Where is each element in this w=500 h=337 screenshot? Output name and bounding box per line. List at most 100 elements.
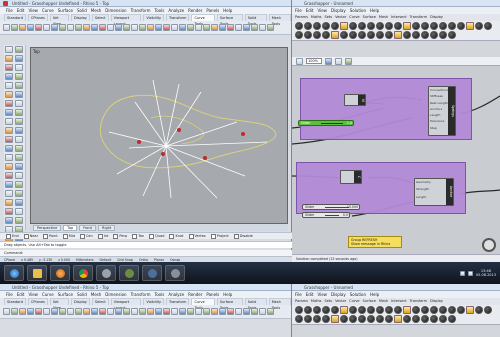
- dup-rhino-tool-icon-27[interactable]: [219, 308, 226, 315]
- rhino-side-tool-icon-36[interactable]: [5, 208, 13, 215]
- gh-component-icon-18[interactable]: [457, 22, 465, 30]
- rhino-toolbar-tab-2[interactable]: Set View: [49, 14, 69, 26]
- rhino-side-tool-icon-12[interactable]: [5, 100, 13, 107]
- gh-component-icon-32[interactable]: [385, 31, 393, 39]
- rhino-side-tool-icon-18[interactable]: [5, 127, 13, 134]
- anchor-input-0[interactable]: Geometry: [416, 180, 431, 184]
- gh-tab-9[interactable]: Display: [430, 14, 443, 21]
- dup-gh-component-icon-5[interactable]: [340, 306, 348, 314]
- dup-rhino-tool-icon-14[interactable]: [115, 308, 122, 315]
- springs-input-1[interactable]: Stiffness: [430, 94, 443, 98]
- dup-rhino-tool-icon-20[interactable]: [163, 308, 170, 315]
- canvas-navigator-icon[interactable]: [482, 238, 496, 252]
- clock[interactable]: 13:46 05.08.2013: [476, 269, 496, 277]
- rhino-side-tool-icon-6[interactable]: [5, 73, 13, 80]
- dup-rhino-tool-icon-19[interactable]: [155, 308, 162, 315]
- dup-gh-tab-5[interactable]: Surface: [363, 298, 376, 305]
- slider-1[interactable]: Slider 1.0: [298, 120, 354, 126]
- dup-rhino-menu-item-12[interactable]: Panels: [206, 291, 219, 298]
- rhino-side-tool-icon-15[interactable]: [15, 109, 23, 116]
- rhino-side-tool-icon-34[interactable]: [5, 199, 13, 206]
- dup-rhino-tool-icon-5[interactable]: [43, 308, 50, 315]
- rhino-side-tool-icon-39[interactable]: [15, 217, 23, 224]
- dup-rhino-tab-0[interactable]: Standard: [4, 298, 26, 305]
- rhino-tool-icon-11[interactable]: [91, 24, 98, 31]
- rhino-side-tool-icon-37[interactable]: [15, 208, 23, 215]
- osnap-option-10[interactable]: Vertex: [189, 233, 206, 239]
- rhino-side-tool-icon-1[interactable]: [15, 46, 23, 53]
- gh-component-icon-5[interactable]: [340, 22, 348, 30]
- preview-icon[interactable]: [345, 57, 352, 65]
- dup-gh-component-icon-37[interactable]: [430, 315, 438, 323]
- gh-component-icon-15[interactable]: [430, 22, 438, 30]
- rhino-side-tool-icon-25[interactable]: [15, 154, 23, 161]
- dup-rhino-tab-6[interactable]: Visibility: [143, 298, 165, 305]
- dup-gh-component-icon-31[interactable]: [376, 315, 384, 323]
- rhino-side-tool-icon-32[interactable]: [5, 190, 13, 197]
- springs-input-4[interactable]: Length: [430, 113, 440, 117]
- rhino-tool-icon-20[interactable]: [163, 24, 170, 31]
- gh-component-icon-23[interactable]: [304, 31, 312, 39]
- gh-component-icon-26[interactable]: [331, 31, 339, 39]
- gh-menu-item-5[interactable]: Help: [370, 7, 379, 14]
- gh-component-icon-30[interactable]: [367, 31, 375, 39]
- dup-gh-tab-0[interactable]: Params: [295, 298, 308, 305]
- dup-rhino-tab-1[interactable]: CPlanes: [27, 298, 48, 305]
- note-panel[interactable]: Group REFRESH Show message in Rhino: [348, 236, 402, 248]
- dup-rhino-tool-icon-31[interactable]: [251, 308, 258, 315]
- dup-gh-component-icon-33[interactable]: [394, 315, 402, 323]
- rhino-tool-icon-29[interactable]: [235, 24, 242, 31]
- dup-gh-component-icon-39[interactable]: [448, 315, 456, 323]
- viewport-tab-2[interactable]: Front: [79, 225, 97, 231]
- dup-gh-tab-2[interactable]: Sets: [325, 298, 333, 305]
- springs-input-0[interactable]: Connections: [430, 88, 449, 92]
- springs-input-2[interactable]: Rest Length: [430, 101, 448, 105]
- dup-gh-menu-item-3[interactable]: Display: [331, 291, 346, 298]
- zoom-field[interactable]: 100%: [306, 58, 322, 64]
- rhino-tool-icon-26[interactable]: [211, 24, 218, 31]
- osnap-option-5[interactable]: Int: [98, 233, 109, 239]
- gh-component-icon-19[interactable]: [466, 22, 474, 30]
- viewport-tab-1[interactable]: Top: [63, 225, 78, 231]
- dup-gh-component-icon-19[interactable]: [466, 306, 474, 314]
- dup-rhino-tool-icon-18[interactable]: [147, 308, 154, 315]
- gh-component-icon-9[interactable]: [376, 22, 384, 30]
- dup-rhino-tab-4[interactable]: Select: [91, 298, 109, 305]
- rhino-toolbar-tab-7[interactable]: Transform: [166, 14, 190, 21]
- dup-gh-component-icon-27[interactable]: [340, 315, 348, 323]
- rhino-tool-icon-22[interactable]: [179, 24, 186, 31]
- dup-rhino-tool-icon-15[interactable]: [123, 308, 130, 315]
- dup-rhino-tool-icon-11[interactable]: [91, 308, 98, 315]
- dup-gh-tab-4[interactable]: Curve: [349, 298, 359, 305]
- dup-rhino-menu-item-0[interactable]: File: [6, 291, 13, 298]
- rhino-tool-icon-19[interactable]: [155, 24, 162, 31]
- rhino-side-tool-icon-26[interactable]: [5, 163, 13, 170]
- dup-rhino-tool-icon-21[interactable]: [171, 308, 178, 315]
- grasshopper-icon[interactable]: [119, 265, 139, 281]
- rhino-menu-item-9[interactable]: Tools: [154, 7, 164, 14]
- springs-input-5[interactable]: Tolerance: [430, 119, 444, 123]
- viewport-tab-0[interactable]: Perspective: [33, 225, 62, 231]
- dup-gh-component-icon-25[interactable]: [322, 315, 330, 323]
- dup-rhino-tool-icon-4[interactable]: [35, 308, 42, 315]
- gh-component-icon-21[interactable]: [484, 22, 492, 30]
- rhino-side-tool-icon-8[interactable]: [5, 82, 13, 89]
- dup-rhino-tab-9[interactable]: Surface Tools: [216, 298, 243, 310]
- rhino-tool-icon-31[interactable]: [251, 24, 258, 31]
- rhino-tool-icon-4[interactable]: [35, 24, 42, 31]
- sketch-icon[interactable]: [335, 57, 342, 65]
- slider-1-track[interactable]: [321, 123, 343, 124]
- rhino-side-tool-icon-22[interactable]: [5, 145, 13, 152]
- dup-rhino-tool-icon-12[interactable]: [99, 308, 106, 315]
- dup-rhino-tool-icon-26[interactable]: [211, 308, 218, 315]
- gh-component-icon-6[interactable]: [349, 22, 357, 30]
- dup-rhino-tool-icon-1[interactable]: [11, 308, 18, 315]
- dup-gh-component-icon-22[interactable]: [295, 315, 303, 323]
- dup-gh-component-icon-30[interactable]: [367, 315, 375, 323]
- gh-tab-2[interactable]: Sets: [325, 14, 333, 21]
- dup-rhino-menu-item-5[interactable]: Solid: [77, 291, 87, 298]
- rhino-side-tool-icon-20[interactable]: [5, 136, 13, 143]
- dup-rhino-tool-icon-2[interactable]: [19, 308, 26, 315]
- dup-rhino-menu-item-3[interactable]: Curve: [42, 291, 54, 298]
- rhino-side-tool-icon-21[interactable]: [15, 136, 23, 143]
